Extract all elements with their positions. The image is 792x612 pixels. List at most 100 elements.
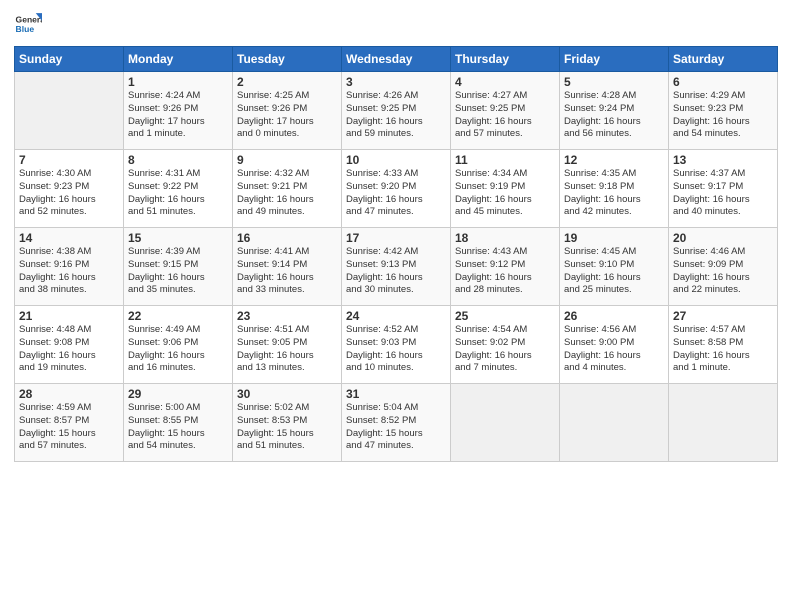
header: General Blue [14, 10, 778, 38]
day-number: 9 [237, 153, 337, 167]
calendar-cell: 15Sunrise: 4:39 AMSunset: 9:15 PMDayligh… [124, 228, 233, 306]
week-row-2: 7Sunrise: 4:30 AMSunset: 9:23 PMDaylight… [15, 150, 778, 228]
day-number: 26 [564, 309, 664, 323]
calendar-cell: 1Sunrise: 4:24 AMSunset: 9:26 PMDaylight… [124, 72, 233, 150]
calendar-cell: 28Sunrise: 4:59 AMSunset: 8:57 PMDayligh… [15, 384, 124, 462]
day-number: 21 [19, 309, 119, 323]
day-info: Sunrise: 5:00 AMSunset: 8:55 PMDaylight:… [128, 402, 228, 453]
calendar-cell: 29Sunrise: 5:00 AMSunset: 8:55 PMDayligh… [124, 384, 233, 462]
day-info: Sunrise: 4:57 AMSunset: 8:58 PMDaylight:… [673, 324, 773, 375]
week-row-3: 14Sunrise: 4:38 AMSunset: 9:16 PMDayligh… [15, 228, 778, 306]
weekday-header-tuesday: Tuesday [233, 47, 342, 72]
calendar-table: SundayMondayTuesdayWednesdayThursdayFrid… [14, 46, 778, 462]
day-number: 7 [19, 153, 119, 167]
day-info: Sunrise: 4:43 AMSunset: 9:12 PMDaylight:… [455, 246, 555, 297]
day-number: 25 [455, 309, 555, 323]
day-number: 4 [455, 75, 555, 89]
calendar-cell: 6Sunrise: 4:29 AMSunset: 9:23 PMDaylight… [669, 72, 778, 150]
day-number: 1 [128, 75, 228, 89]
day-info: Sunrise: 4:41 AMSunset: 9:14 PMDaylight:… [237, 246, 337, 297]
day-number: 10 [346, 153, 446, 167]
day-info: Sunrise: 4:37 AMSunset: 9:17 PMDaylight:… [673, 168, 773, 219]
calendar-cell [669, 384, 778, 462]
day-number: 20 [673, 231, 773, 245]
calendar-cell: 3Sunrise: 4:26 AMSunset: 9:25 PMDaylight… [342, 72, 451, 150]
weekday-header-thursday: Thursday [451, 47, 560, 72]
day-info: Sunrise: 4:30 AMSunset: 9:23 PMDaylight:… [19, 168, 119, 219]
day-info: Sunrise: 4:42 AMSunset: 9:13 PMDaylight:… [346, 246, 446, 297]
logo-icon: General Blue [14, 10, 42, 38]
day-info: Sunrise: 4:28 AMSunset: 9:24 PMDaylight:… [564, 90, 664, 141]
day-info: Sunrise: 4:33 AMSunset: 9:20 PMDaylight:… [346, 168, 446, 219]
calendar-cell: 23Sunrise: 4:51 AMSunset: 9:05 PMDayligh… [233, 306, 342, 384]
weekday-header-friday: Friday [560, 47, 669, 72]
day-number: 8 [128, 153, 228, 167]
weekday-header-row: SundayMondayTuesdayWednesdayThursdayFrid… [15, 47, 778, 72]
svg-text:General: General [16, 14, 42, 24]
day-number: 5 [564, 75, 664, 89]
day-info: Sunrise: 4:52 AMSunset: 9:03 PMDaylight:… [346, 324, 446, 375]
day-info: Sunrise: 4:29 AMSunset: 9:23 PMDaylight:… [673, 90, 773, 141]
calendar-cell: 13Sunrise: 4:37 AMSunset: 9:17 PMDayligh… [669, 150, 778, 228]
day-info: Sunrise: 5:04 AMSunset: 8:52 PMDaylight:… [346, 402, 446, 453]
day-number: 13 [673, 153, 773, 167]
day-info: Sunrise: 4:31 AMSunset: 9:22 PMDaylight:… [128, 168, 228, 219]
week-row-1: 1Sunrise: 4:24 AMSunset: 9:26 PMDaylight… [15, 72, 778, 150]
calendar-cell [451, 384, 560, 462]
day-number: 6 [673, 75, 773, 89]
calendar-cell: 10Sunrise: 4:33 AMSunset: 9:20 PMDayligh… [342, 150, 451, 228]
calendar-cell: 26Sunrise: 4:56 AMSunset: 9:00 PMDayligh… [560, 306, 669, 384]
day-info: Sunrise: 4:25 AMSunset: 9:26 PMDaylight:… [237, 90, 337, 141]
day-info: Sunrise: 4:49 AMSunset: 9:06 PMDaylight:… [128, 324, 228, 375]
calendar-cell: 17Sunrise: 4:42 AMSunset: 9:13 PMDayligh… [342, 228, 451, 306]
day-info: Sunrise: 4:38 AMSunset: 9:16 PMDaylight:… [19, 246, 119, 297]
calendar-cell: 20Sunrise: 4:46 AMSunset: 9:09 PMDayligh… [669, 228, 778, 306]
calendar-cell: 31Sunrise: 5:04 AMSunset: 8:52 PMDayligh… [342, 384, 451, 462]
day-number: 30 [237, 387, 337, 401]
day-number: 11 [455, 153, 555, 167]
calendar-cell: 25Sunrise: 4:54 AMSunset: 9:02 PMDayligh… [451, 306, 560, 384]
day-info: Sunrise: 4:35 AMSunset: 9:18 PMDaylight:… [564, 168, 664, 219]
day-info: Sunrise: 4:48 AMSunset: 9:08 PMDaylight:… [19, 324, 119, 375]
day-number: 22 [128, 309, 228, 323]
weekday-header-monday: Monday [124, 47, 233, 72]
calendar-cell: 24Sunrise: 4:52 AMSunset: 9:03 PMDayligh… [342, 306, 451, 384]
day-number: 29 [128, 387, 228, 401]
day-number: 14 [19, 231, 119, 245]
day-info: Sunrise: 4:24 AMSunset: 9:26 PMDaylight:… [128, 90, 228, 141]
calendar-cell: 4Sunrise: 4:27 AMSunset: 9:25 PMDaylight… [451, 72, 560, 150]
calendar-cell: 22Sunrise: 4:49 AMSunset: 9:06 PMDayligh… [124, 306, 233, 384]
day-number: 16 [237, 231, 337, 245]
day-info: Sunrise: 4:59 AMSunset: 8:57 PMDaylight:… [19, 402, 119, 453]
day-number: 18 [455, 231, 555, 245]
calendar-cell: 12Sunrise: 4:35 AMSunset: 9:18 PMDayligh… [560, 150, 669, 228]
calendar-cell: 16Sunrise: 4:41 AMSunset: 9:14 PMDayligh… [233, 228, 342, 306]
calendar-cell: 8Sunrise: 4:31 AMSunset: 9:22 PMDaylight… [124, 150, 233, 228]
svg-text:Blue: Blue [16, 24, 35, 34]
day-info: Sunrise: 4:32 AMSunset: 9:21 PMDaylight:… [237, 168, 337, 219]
day-info: Sunrise: 4:39 AMSunset: 9:15 PMDaylight:… [128, 246, 228, 297]
weekday-header-saturday: Saturday [669, 47, 778, 72]
week-row-5: 28Sunrise: 4:59 AMSunset: 8:57 PMDayligh… [15, 384, 778, 462]
calendar-cell: 14Sunrise: 4:38 AMSunset: 9:16 PMDayligh… [15, 228, 124, 306]
day-info: Sunrise: 5:02 AMSunset: 8:53 PMDaylight:… [237, 402, 337, 453]
day-info: Sunrise: 4:27 AMSunset: 9:25 PMDaylight:… [455, 90, 555, 141]
calendar-cell: 19Sunrise: 4:45 AMSunset: 9:10 PMDayligh… [560, 228, 669, 306]
day-info: Sunrise: 4:46 AMSunset: 9:09 PMDaylight:… [673, 246, 773, 297]
day-info: Sunrise: 4:51 AMSunset: 9:05 PMDaylight:… [237, 324, 337, 375]
day-number: 12 [564, 153, 664, 167]
day-number: 24 [346, 309, 446, 323]
calendar-cell: 2Sunrise: 4:25 AMSunset: 9:26 PMDaylight… [233, 72, 342, 150]
day-number: 31 [346, 387, 446, 401]
day-number: 17 [346, 231, 446, 245]
day-number: 3 [346, 75, 446, 89]
day-info: Sunrise: 4:54 AMSunset: 9:02 PMDaylight:… [455, 324, 555, 375]
weekday-header-wednesday: Wednesday [342, 47, 451, 72]
calendar-cell [560, 384, 669, 462]
calendar-cell [15, 72, 124, 150]
day-number: 23 [237, 309, 337, 323]
calendar-cell: 18Sunrise: 4:43 AMSunset: 9:12 PMDayligh… [451, 228, 560, 306]
day-info: Sunrise: 4:45 AMSunset: 9:10 PMDaylight:… [564, 246, 664, 297]
calendar-cell: 9Sunrise: 4:32 AMSunset: 9:21 PMDaylight… [233, 150, 342, 228]
calendar-cell: 27Sunrise: 4:57 AMSunset: 8:58 PMDayligh… [669, 306, 778, 384]
